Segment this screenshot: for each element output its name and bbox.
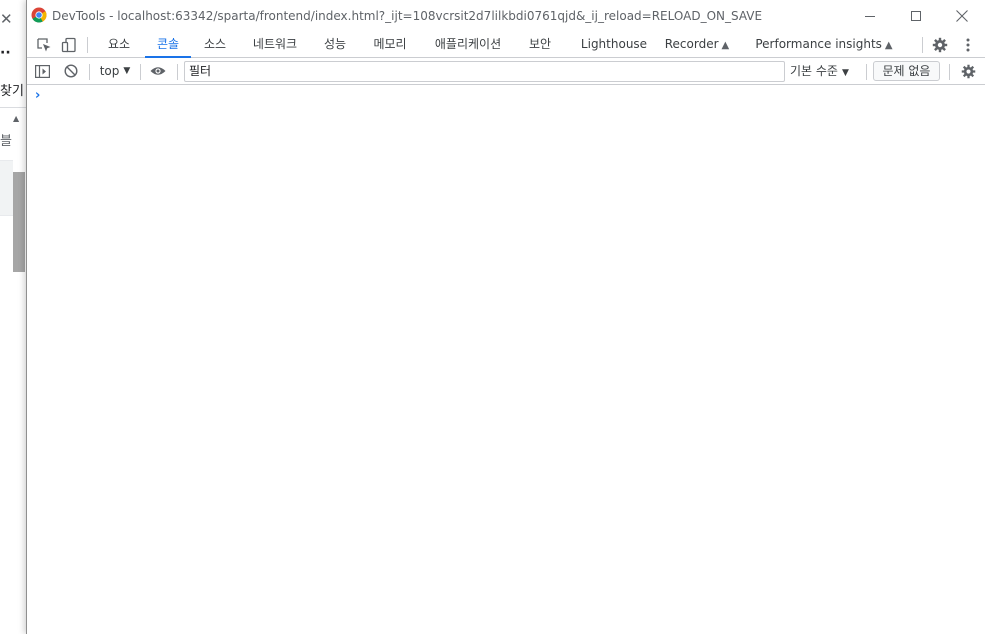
clear-console-icon[interactable] — [61, 61, 81, 81]
background-more-icon[interactable]: ·· — [0, 46, 11, 60]
console-output[interactable]: › — [27, 85, 985, 634]
tab-performance-insights-label: Performance insights — [755, 37, 882, 51]
issues-button[interactable]: 문제 없음 — [873, 61, 940, 81]
tab-lighthouse[interactable]: Lighthouse — [579, 31, 649, 58]
background-text: 블 — [0, 134, 12, 149]
background-close-icon[interactable]: ✕ — [0, 10, 14, 28]
title-bar[interactable]: DevTools - localhost:63342/sparta/fronte… — [27, 0, 985, 31]
experiment-icon: ▲ — [721, 40, 730, 51]
tab-network[interactable]: 네트워크 — [247, 31, 303, 58]
log-levels-label: 기본 수준 — [790, 64, 838, 78]
toolbar-divider — [177, 64, 178, 80]
tab-security[interactable]: 보안 — [519, 31, 561, 58]
tab-application[interactable]: 애플리케이션 — [427, 31, 509, 58]
chrome-icon — [31, 7, 47, 23]
toolbar-divider — [922, 37, 923, 53]
toolbar-divider — [87, 37, 88, 53]
tab-console[interactable]: 콘솔 — [145, 31, 191, 58]
tab-performance[interactable]: 성능 — [315, 31, 355, 58]
close-button[interactable] — [939, 0, 985, 31]
background-scrollbar-thumb[interactable] — [13, 172, 25, 272]
log-levels-dropdown[interactable]: 기본 수준 ▼ — [790, 62, 849, 82]
maximize-icon — [911, 10, 921, 21]
background-divider — [0, 107, 26, 108]
toolbar-divider — [866, 64, 867, 80]
background-text-find: 찾기 — [0, 84, 24, 99]
devtools-window: DevTools - localhost:63342/sparta/fronte… — [26, 0, 985, 634]
experiment-icon: ▲ — [884, 40, 893, 51]
console-prompt-icon[interactable]: › — [35, 88, 40, 104]
filter-input[interactable]: 필터 — [184, 61, 785, 82]
show-sidebar-icon[interactable] — [32, 61, 52, 81]
maximize-button[interactable] — [893, 0, 939, 31]
more-options-icon[interactable] — [958, 35, 978, 55]
console-toolbar: top ▼ 필터 기본 수준 ▼ 문제 없음 — [27, 58, 985, 85]
tab-sources[interactable]: 소스 — [195, 31, 235, 58]
device-toolbar-icon[interactable] — [59, 35, 79, 55]
context-selector-value: top — [99, 64, 120, 78]
settings-icon[interactable] — [930, 35, 950, 55]
window-title: DevTools - localhost:63342/sparta/fronte… — [52, 9, 763, 23]
minimize-icon — [865, 15, 875, 17]
console-settings-icon[interactable] — [958, 61, 978, 81]
tab-performance-insights[interactable]: Performance insights ▲ — [755, 31, 893, 58]
background-panel — [0, 160, 13, 216]
close-icon — [956, 9, 968, 22]
tab-recorder[interactable]: Recorder ▲ — [663, 31, 731, 58]
background-scroll-up-icon[interactable]: ▲ — [13, 114, 19, 123]
toolbar-divider — [140, 64, 141, 80]
dropdown-caret-icon: ▼ — [841, 68, 849, 78]
tab-elements[interactable]: 요소 — [99, 31, 139, 58]
tab-recorder-label: Recorder — [664, 37, 719, 51]
minimize-button[interactable] — [847, 0, 893, 31]
toolbar-divider — [89, 64, 90, 80]
live-expression-eye-icon[interactable] — [147, 61, 169, 81]
toolbar-divider — [949, 64, 950, 80]
tab-memory[interactable]: 메모리 — [365, 31, 415, 58]
inspect-element-icon[interactable] — [34, 35, 54, 55]
dropdown-caret-icon: ▼ — [123, 66, 131, 76]
background-window: ✕ ·· 찾기 ▲ 블 — [0, 0, 26, 634]
context-selector[interactable]: top ▼ — [97, 61, 133, 81]
devtools-tab-bar: 요소 콘솔 소스 네트워크 성능 메모리 애플리케이션 보안 Lighthous… — [27, 31, 985, 58]
